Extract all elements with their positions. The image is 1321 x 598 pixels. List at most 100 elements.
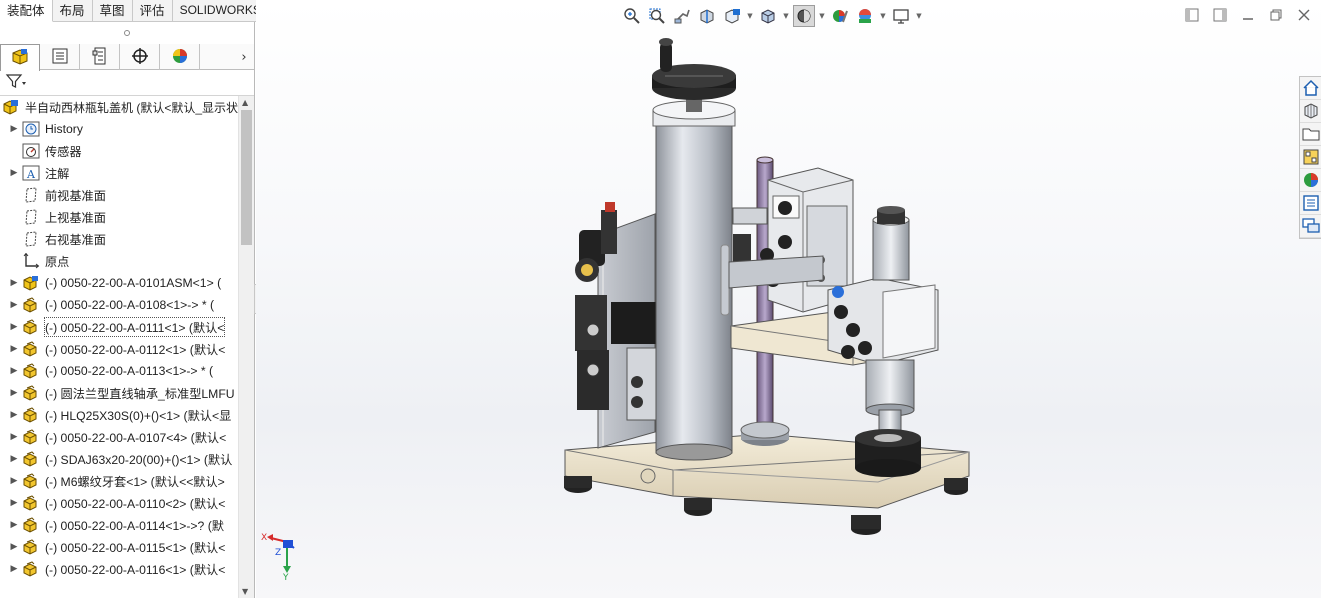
expand-arrow-icon[interactable]: ▶ — [6, 322, 22, 332]
panel-grip[interactable] — [0, 22, 254, 43]
expand-arrow-icon[interactable]: ▶ — [6, 564, 22, 574]
appearances-scenes-icon[interactable] — [1300, 169, 1321, 192]
tree-item-label: (-) 0050-22-00-A-0116<1> (默认< — [45, 563, 226, 577]
solidworks-resources-icon[interactable] — [1300, 77, 1321, 100]
chevron-down-icon[interactable]: ▼ — [746, 12, 754, 20]
section-view-icon[interactable] — [696, 5, 718, 27]
expand-arrow-icon[interactable]: ▶ — [6, 168, 22, 178]
tile-right-icon[interactable] — [1211, 6, 1229, 24]
graphics-area[interactable]: ▼ ▼ ▼ ▼ ▼ X Z Y — [256, 0, 1321, 598]
tree-item-component[interactable]: ▶ (-) SDAJ63x20-20(00)+()<1> (默认 — [0, 448, 238, 470]
tree-item-component[interactable]: ▶ (-) 0050-22-00-A-0115<1> (默认< — [0, 536, 238, 558]
tree-item-sensor[interactable]: 传感器 — [0, 140, 238, 162]
tree-scrollbar[interactable]: ▲ ▼ — [238, 96, 254, 598]
dynamic-annotation-icon[interactable] — [721, 5, 743, 27]
tree-item-component[interactable]: ▶ (-) 0050-22-00-A-0112<1> (默认< — [0, 338, 238, 360]
tree-root-assembly[interactable]: 半自动西林瓶轧盖机 (默认<默认_显示状 — [0, 96, 238, 118]
minimize-icon[interactable] — [1239, 6, 1257, 24]
manager-tab-display-manager[interactable] — [160, 44, 200, 70]
expand-arrow-icon[interactable]: ▶ — [6, 432, 22, 442]
reference-triad: X Z Y — [261, 533, 295, 580]
grip-dot-icon — [124, 29, 130, 36]
expand-arrow-icon[interactable]: ▶ — [6, 278, 22, 288]
expand-arrow-icon[interactable]: ▶ — [6, 542, 22, 552]
tree-item-history[interactable]: ▶ History — [0, 118, 238, 140]
expand-arrow-icon[interactable]: ▶ — [6, 410, 22, 420]
manager-tab-property-manager[interactable] — [40, 44, 80, 70]
tree-item-origin[interactable]: 原点 — [0, 250, 238, 272]
part-icon — [22, 297, 40, 313]
file-explorer-icon[interactable] — [1300, 123, 1321, 146]
apply-scene-icon[interactable] — [854, 5, 876, 27]
scroll-thumb[interactable] — [241, 110, 252, 245]
manager-tab-feature-manager[interactable] — [0, 44, 40, 71]
expand-arrow-icon[interactable]: ▶ — [6, 344, 22, 354]
part-icon — [22, 539, 40, 555]
tree-item-component[interactable]: ▶ (-) 0050-22-00-A-0111<1> (默认< — [0, 316, 238, 338]
expand-arrow-icon[interactable]: ▶ — [6, 520, 22, 530]
view-settings-icon[interactable] — [890, 5, 912, 27]
tree-item-component[interactable]: ▶ (-) M6螺纹牙套<1> (默认<<默认> — [0, 470, 238, 492]
tree-item-label: (-) 0050-22-00-A-0101ASM<1> ( — [45, 276, 222, 290]
scroll-down-icon[interactable]: ▼ — [242, 587, 248, 596]
tree-item-label: (-) 圆法兰型直线轴承_标准型LMFU — [45, 387, 235, 401]
tile-left-icon[interactable] — [1183, 6, 1201, 24]
tree-item-plane[interactable]: 右视基准面 — [0, 228, 238, 250]
expand-arrow-icon[interactable]: ▶ — [6, 454, 22, 464]
previous-view-icon[interactable] — [671, 5, 693, 27]
tree-item-component[interactable]: ▶ (-) 0050-22-00-A-0113<1>-> * ( — [0, 360, 238, 382]
tree-item-component[interactable]: ▶ (-) 0050-22-00-A-0107<4> (默认< — [0, 426, 238, 448]
tree-item-component[interactable]: ▶ (-) 0050-22-00-A-0110<2> (默认< — [0, 492, 238, 514]
view-palette-icon[interactable] — [1300, 146, 1321, 169]
tab-1[interactable]: 布局 — [53, 0, 93, 22]
zoom-to-fit-icon[interactable] — [621, 5, 643, 27]
chevron-down-icon[interactable]: ▼ — [782, 12, 790, 20]
chevron-down-icon[interactable]: ▼ — [818, 12, 826, 20]
expand-arrow-icon[interactable]: ▶ — [6, 476, 22, 486]
manager-tab-dimxpert-manager[interactable] — [120, 44, 160, 70]
zoom-to-area-icon[interactable] — [646, 5, 668, 27]
more-tabs-button[interactable]: › — [234, 44, 254, 70]
tree-item-component[interactable]: ▶ (-) 0050-22-00-A-0114<1>->? (默 — [0, 514, 238, 536]
tree-item-plane[interactable]: 前视基准面 — [0, 184, 238, 206]
tree-item-annotation[interactable]: ▶ A 注解 — [0, 162, 238, 184]
part-icon — [22, 473, 40, 489]
restore-icon[interactable] — [1267, 6, 1285, 24]
tree-item-label: 传感器 — [45, 145, 82, 159]
tree-item-component[interactable]: ▶ (-) 0050-22-00-A-0116<1> (默认< — [0, 558, 238, 580]
expand-arrow-icon[interactable]: ▶ — [6, 498, 22, 508]
part-icon — [22, 407, 40, 423]
chevron-down-icon[interactable]: ▼ — [879, 12, 887, 20]
close-icon[interactable] — [1295, 6, 1313, 24]
tab-3[interactable]: 评估 — [133, 0, 173, 22]
dimxpert-manager-icon — [130, 46, 150, 69]
tree-item-component[interactable]: ▶ (-) 0050-22-00-A-0108<1>-> * ( — [0, 294, 238, 316]
forum-icon[interactable] — [1300, 215, 1321, 238]
part-icon — [22, 495, 40, 511]
edit-appearance-icon[interactable] — [829, 5, 851, 27]
tab-2[interactable]: 草图 — [93, 0, 133, 22]
tree-item-plane[interactable]: 上视基准面 — [0, 206, 238, 228]
tree-item-component[interactable]: ▶ (-) HLQ25X30S(0)+()<1> (默认<显 — [0, 404, 238, 426]
tree-item-label: (-) SDAJ63x20-20(00)+()<1> (默认 — [45, 453, 233, 467]
expand-arrow-icon[interactable]: ▶ — [6, 366, 22, 376]
tree-item-label: (-) 0050-22-00-A-0110<2> (默认< — [45, 497, 226, 511]
expand-arrow-icon[interactable]: ▶ — [6, 388, 22, 398]
filter-icon[interactable] — [5, 72, 27, 93]
assembly-icon — [2, 99, 20, 115]
tab-0[interactable]: 装配体 — [0, 0, 53, 22]
custom-properties-icon[interactable] — [1300, 192, 1321, 215]
display-style-icon[interactable] — [793, 5, 815, 27]
subassembly-icon — [22, 275, 40, 291]
expand-arrow-icon[interactable]: ▶ — [6, 124, 22, 134]
manager-tab-configuration-manager[interactable] — [80, 44, 120, 70]
tree-item-label: (-) 0050-22-00-A-0114<1>->? (默 — [45, 519, 224, 533]
tree-item-component[interactable]: ▶ (-) 圆法兰型直线轴承_标准型LMFU — [0, 382, 238, 404]
design-library-icon[interactable] — [1300, 100, 1321, 123]
assembly-model-render[interactable] — [553, 30, 983, 550]
tree-item-component[interactable]: ▶ (-) 0050-22-00-A-0101ASM<1> ( — [0, 272, 238, 294]
view-orientation-icon[interactable] — [757, 5, 779, 27]
expand-arrow-icon[interactable]: ▶ — [6, 300, 22, 310]
scroll-up-icon[interactable]: ▲ — [242, 98, 248, 107]
chevron-down-icon[interactable]: ▼ — [915, 12, 923, 20]
